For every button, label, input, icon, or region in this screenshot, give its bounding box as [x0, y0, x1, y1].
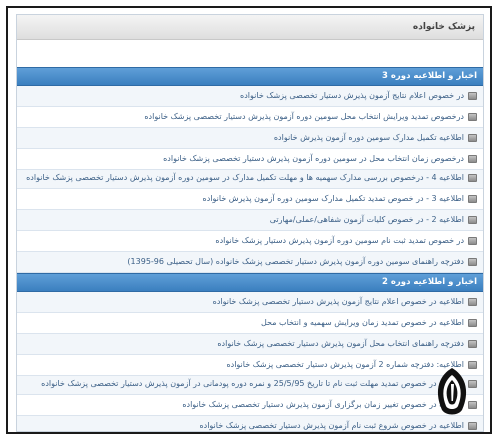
news-item[interactable]: اطلاعیه: دفترچه شماره 2 آزمون پذیرش دستی… [17, 355, 483, 376]
news-link[interactable]: دفترچه راهنمای انتخاب محل آزمون پذیرش دس… [217, 339, 464, 348]
document-icon [468, 339, 477, 348]
news-link[interactable]: درخصوص تمدید ویرایش انتخاب محل سومین دور… [144, 112, 464, 121]
brand-logo-icon [437, 368, 467, 415]
news-item[interactable]: اطلاعیه در خصوص شروع ثبت نام آزمون پذیرش… [17, 416, 483, 431]
screenshot-frame: پزشک خانواده اخبار و اطلاعیه دوره 3 در خ… [6, 6, 492, 434]
news-item[interactable]: دفترچه راهنمای سومین دوره آزمون پذیرش دس… [17, 252, 483, 273]
page-title: پزشک خانواده [17, 15, 483, 40]
news-link[interactable]: در خصوص اعلام نتایج آزمون پذیرش دستیار ت… [240, 91, 464, 100]
news-link[interactable]: اطلاعیه در خصوص شروع ثبت نام آزمون پذیرش… [199, 421, 464, 430]
news-item[interactable]: اطلاعیه 4 - درخصوص بررسی مدارک سهمیه ها … [17, 170, 483, 189]
document-icon [468, 215, 477, 224]
news-item[interactable]: درخصوص زمان انتخاب محل در سومین دوره آزم… [17, 149, 483, 170]
news-item[interactable]: در خصوص تمدید ثبت نام سومین دوره آزمون پ… [17, 231, 483, 252]
news-item[interactable]: اطلاعیه در خصوص اعلام نتایج آزمون پذیرش … [17, 292, 483, 313]
news-link[interactable]: اطلاعیه در خصوص اعلام نتایج آزمون پذیرش … [213, 297, 464, 306]
content-panel: پزشک خانواده اخبار و اطلاعیه دوره 3 در خ… [16, 14, 484, 432]
news-link[interactable]: درخصوص زمان انتخاب محل در سومین دوره آزم… [163, 154, 464, 163]
document-icon [468, 257, 477, 266]
document-icon [468, 154, 477, 163]
document-icon [468, 91, 477, 100]
news-link[interactable]: اطلاعیه 4 - درخصوص بررسی مدارک سهمیه ها … [26, 173, 464, 182]
news-item[interactable]: اطلاعیه 2 - در خصوص کلیات آزمون شفاهی/عم… [17, 210, 483, 231]
news-item[interactable]: اطلاعیه تکمیل مدارک سومین دوره آزمون پذی… [17, 128, 483, 149]
document-icon [468, 173, 477, 182]
news-link[interactable]: اطلاعیه در خصوص تمدید زمان ویرایش سهمیه … [261, 318, 464, 327]
news-link[interactable]: در خصوص تمدید ثبت نام سومین دوره آزمون پ… [215, 236, 464, 245]
news-item[interactable]: اطلاعیه در خصوص تغییر زمان برگزاری آزمون… [17, 395, 483, 416]
document-icon [468, 421, 477, 430]
document-icon [468, 194, 477, 203]
news-link[interactable]: دفترچه راهنمای سومین دوره آزمون پذیرش دس… [127, 257, 464, 266]
document-icon [468, 236, 477, 245]
news-item[interactable]: درخصوص تمدید ویرایش انتخاب محل سومین دور… [17, 107, 483, 128]
document-icon [468, 297, 477, 306]
news-link[interactable]: اطلاعیه در خصوص تغییر زمان برگزاری آزمون… [182, 400, 464, 409]
news-link[interactable]: اطلاعیه: دفترچه شماره 2 آزمون پذیرش دستی… [226, 360, 464, 369]
news-item[interactable]: دفترچه راهنمای انتخاب محل آزمون پذیرش دس… [17, 334, 483, 355]
document-icon [468, 318, 477, 327]
news-item[interactable]: اطلاعیه در خصوص تمدید مهلت ثبت نام تا تا… [17, 376, 483, 395]
news-link[interactable]: اطلاعیه 2 - در خصوص کلیات آزمون شفاهی/عم… [270, 215, 464, 224]
document-icon [468, 133, 477, 142]
document-icon [468, 112, 477, 121]
news-item[interactable]: اطلاعیه 3 - در خصوص تمدید تکمیل مدارک سو… [17, 189, 483, 210]
news-link[interactable]: اطلاعیه تکمیل مدارک سومین دوره آزمون پذی… [274, 133, 464, 142]
news-link[interactable]: اطلاعیه در خصوص تمدید مهلت ثبت نام تا تا… [41, 379, 464, 388]
section-header-period-3: اخبار و اطلاعیه دوره 3 [17, 67, 483, 86]
news-item[interactable]: در خصوص اعلام نتایج آزمون پذیرش دستیار ت… [17, 86, 483, 107]
section-header-period-2: اخبار و اطلاعیه دوره 2 [17, 273, 483, 292]
spacer [17, 40, 483, 67]
news-item[interactable]: اطلاعیه در خصوص تمدید زمان ویرایش سهمیه … [17, 313, 483, 334]
news-link[interactable]: اطلاعیه 3 - در خصوص تمدید تکمیل مدارک سو… [203, 194, 464, 203]
